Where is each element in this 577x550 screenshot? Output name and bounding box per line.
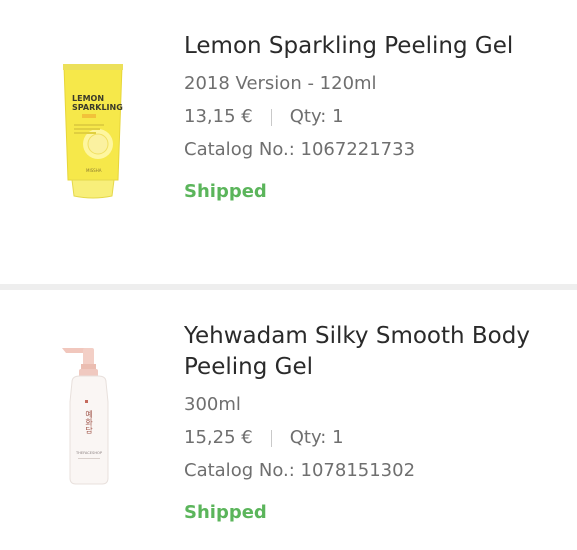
product-name[interactable]: Lemon Sparkling Peeling Gel xyxy=(184,31,547,62)
price-qty-row: 15,25 € Qty: 1 xyxy=(184,426,547,450)
product-name[interactable]: Yehwadam Silky Smooth Body Peeling Gel xyxy=(184,321,547,383)
status-badge: Shipped xyxy=(184,181,267,202)
product-variant: 2018 Version - 120ml xyxy=(184,73,377,94)
product-image-lemon-peeling-gel[interactable]: LEMON SPARKLING MISSHA xyxy=(58,62,128,202)
status-badge: Shipped xyxy=(184,502,267,523)
product-quantity: Qty: 1 xyxy=(289,427,344,448)
tube-brand-line2: SPARKLING xyxy=(72,103,123,112)
product-variant: 300ml xyxy=(184,394,241,415)
catalog-number: Catalog No.: 1078151302 xyxy=(184,460,416,481)
lemon-tube-illustration: LEMON SPARKLING MISSHA xyxy=(63,64,123,199)
product-price: 15,25 € xyxy=(184,427,253,448)
order-item-details: Yehwadam Silky Smooth Body Peeling Gel 3… xyxy=(184,321,547,525)
product-image-yehwadam-peeling-gel[interactable]: 예화담 THEFACESHOP xyxy=(58,342,120,487)
order-item[interactable]: 예화담 THEFACESHOP Yehwadam Silky Smooth Bo… xyxy=(0,290,577,550)
tube-maker: MISSHA xyxy=(86,168,102,173)
product-price: 13,15 € xyxy=(184,106,253,127)
order-item-details: Lemon Sparkling Peeling Gel 2018 Version… xyxy=(184,31,547,204)
catalog-number: Catalog No.: 1067221733 xyxy=(184,139,416,160)
separator xyxy=(270,429,272,447)
tube-brand-line1: LEMON xyxy=(72,94,104,103)
order-item[interactable]: LEMON SPARKLING MISSHA Lemon Sparkling P… xyxy=(0,0,577,284)
bottle-script: 예화담 xyxy=(84,409,93,434)
separator xyxy=(270,108,272,126)
bottle-maker: THEFACESHOP xyxy=(75,451,103,455)
pump-bottle-illustration: 예화담 THEFACESHOP xyxy=(62,348,109,485)
product-quantity: Qty: 1 xyxy=(289,106,344,127)
price-qty-row: 13,15 € Qty: 1 xyxy=(184,105,547,129)
